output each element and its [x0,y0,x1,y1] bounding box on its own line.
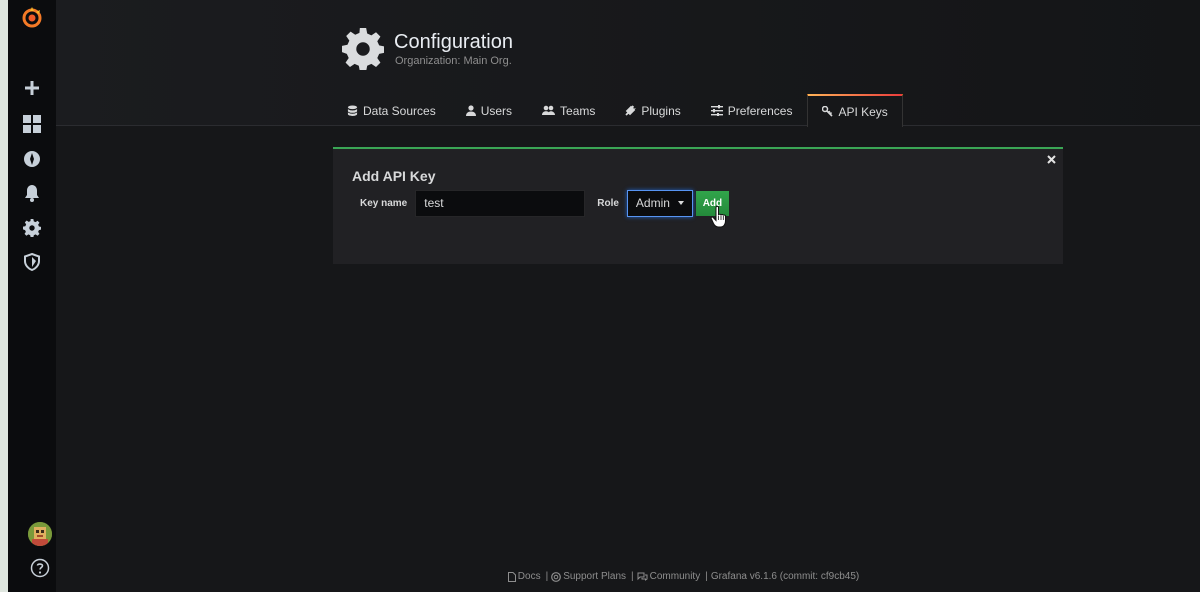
add-key-form: Key name Role Admin Add [352,189,729,217]
grafana-logo-icon[interactable] [20,6,44,30]
docs-link[interactable]: Docs [518,571,541,582]
tab-label: Plugins [641,103,681,118]
alerting-bell-icon[interactable] [20,181,44,205]
role-label: Role [589,189,627,217]
page-header: Configuration Organization: Main Org. Da… [56,0,1200,127]
key-icon [822,106,834,117]
users-icon [542,105,556,115]
config-tabs: Data Sources Users Teams Plugins Prefere… [332,94,903,127]
hand-pointer-cursor-icon [710,205,728,234]
footer-community[interactable]: Community [637,571,701,582]
user-avatar[interactable] [28,522,52,546]
dashboards-icon[interactable] [20,112,44,136]
tab-users[interactable]: Users [451,94,527,126]
close-icon[interactable] [1045,153,1057,165]
tab-label: Data Sources [363,103,436,118]
tab-label: Preferences [727,103,793,118]
caret-down-icon [677,201,684,205]
page-subtitle: Organization: Main Org. [395,55,512,67]
tab-preferences[interactable]: Preferences [696,94,808,126]
configuration-gear-icon[interactable] [20,216,44,240]
tab-label: Users [480,103,513,118]
database-icon [347,105,358,116]
footer: Docs | Support Plans | Community | Grafa… [0,571,1200,582]
footer-separator: | [705,571,708,582]
key-name-input[interactable] [415,189,586,217]
add-api-key-panel: Add API Key Key name Role Admin Add [333,147,1063,264]
footer-docs[interactable]: Docs [507,571,541,582]
tab-label: Teams [560,103,596,118]
window-edge [0,0,8,592]
footer-separator: | [545,571,549,582]
page-title: Configuration [394,31,513,53]
role-selected-value: Admin [635,196,670,210]
role-select[interactable]: Admin [626,189,693,217]
server-admin-shield-icon[interactable] [20,250,44,274]
comments-icon [637,572,648,581]
tab-teams[interactable]: Teams [527,94,610,126]
sliders-icon [710,105,723,116]
footer-support[interactable]: Support Plans [551,571,626,582]
footer-version: Grafana v6.1.6 (commit: cf9cb45) [711,571,859,582]
tab-label: API Keys [838,104,888,119]
tab-plugins[interactable]: Plugins [610,94,695,126]
panel-title: Add API Key [352,168,436,184]
version-text: Grafana v6.1.6 (commit: cf9cb45) [710,571,860,582]
configuration-gear-icon [342,28,385,72]
support-plans-link[interactable]: Support Plans [563,571,626,582]
explore-compass-icon[interactable] [20,147,44,171]
tab-data-sources[interactable]: Data Sources [332,94,451,126]
document-icon [507,571,516,582]
plug-icon [625,105,637,116]
footer-separator: | [631,571,634,582]
support-lifebuoy-icon [551,571,562,582]
side-menu [8,0,56,592]
community-link[interactable]: Community [650,571,701,582]
user-icon [465,105,476,116]
plus-icon[interactable] [20,76,44,100]
tab-api-keys[interactable]: API Keys [807,94,903,127]
key-name-label: Key name [352,189,416,217]
